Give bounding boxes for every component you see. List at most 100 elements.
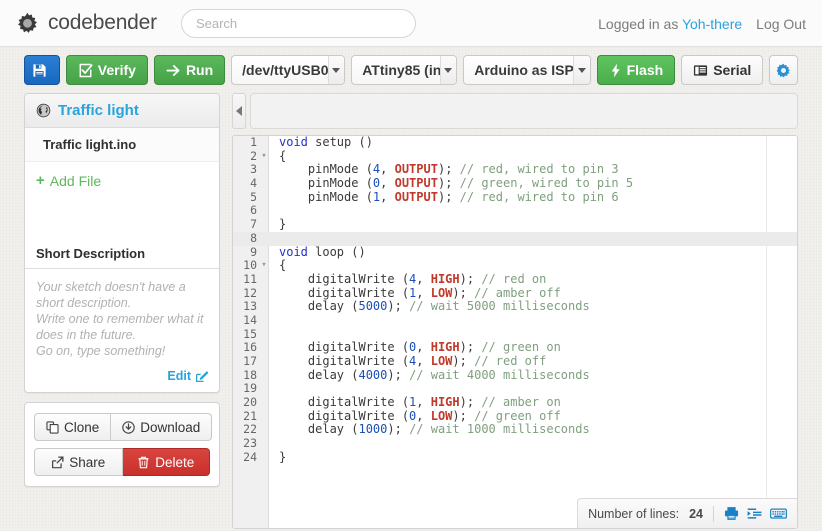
programmer-select[interactable]: Arduino as ISP — [463, 55, 591, 85]
fold-toggle-icon[interactable]: ▾ — [260, 259, 268, 273]
file-tab-strip[interactable] — [250, 93, 798, 129]
code-token: HIGH — [430, 271, 460, 286]
clone-button[interactable]: Clone — [34, 413, 112, 441]
collapse-sidebar-button[interactable] — [232, 93, 246, 129]
code-line[interactable]: 22 delay (1000); // wait 1000 millisecon… — [233, 423, 797, 437]
line-number: 10 — [243, 258, 257, 273]
code-line[interactable]: 9 void loop () — [233, 245, 797, 260]
code-token: // wait 4000 milliseconds — [409, 367, 590, 382]
line-number: 15 — [243, 326, 257, 341]
code-line[interactable]: 3 pinMode (4, OUTPUT); // red, wired to … — [233, 163, 797, 177]
code-lines[interactable]: 1 void setup () 2 ▾{3 pinMode (4, OUTPUT); … — [233, 136, 797, 465]
line-number: 7 — [250, 217, 257, 232]
check-box-icon — [78, 63, 93, 78]
delete-button-label: Delete — [155, 454, 195, 470]
statusbar-divider — [713, 505, 714, 522]
code-line[interactable]: 13 delay (5000); // wait 5000 millisecon… — [233, 299, 797, 314]
brand-logo[interactable]: codebender — [16, 11, 157, 35]
code-token: // green, wired to pin 5 — [459, 176, 634, 191]
download-button-label: Download — [140, 419, 201, 435]
code-line[interactable]: 21 digitalWrite (0, LOW); // green off — [233, 409, 797, 424]
add-file-label: Add File — [49, 172, 102, 189]
code-token: , — [416, 354, 431, 368]
print-icon[interactable] — [724, 506, 739, 521]
code-token: , — [416, 285, 431, 300]
logged-in-label: Logged in as Yoh-there — [598, 15, 743, 32]
editor-tabbar — [232, 93, 798, 129]
serial-monitor-button[interactable]: Serial — [681, 55, 764, 85]
code-line[interactable]: 18 delay (4000); // wait 4000 millisecon… — [233, 367, 797, 383]
code-token: , — [380, 189, 395, 204]
code-line[interactable]: 8 — [233, 230, 797, 246]
code-token: ); — [387, 367, 410, 382]
copy-icon — [46, 420, 59, 434]
gear-icon — [776, 63, 791, 78]
code-area[interactable]: 1 void setup () 2 ▾{3 pinMode (4, OUTPUT); … — [233, 136, 797, 528]
code-token: // amber on — [481, 395, 561, 410]
code-token: void — [279, 135, 308, 149]
run-button[interactable]: Run — [153, 55, 226, 85]
code-line[interactable]: 2 ▾ { — [233, 149, 797, 164]
code-line[interactable]: 24} — [233, 449, 797, 465]
lines-label: Number of lines: — [588, 506, 680, 521]
code-line[interactable]: 15 — [233, 326, 797, 342]
search-input[interactable] — [180, 8, 416, 38]
share-button[interactable]: Share — [34, 448, 123, 476]
description-line: Go on, type something! — [36, 344, 166, 358]
code-line[interactable]: 7} — [233, 217, 797, 232]
code-token: // red, wired to pin 6 — [459, 189, 619, 204]
delete-button[interactable]: Delete — [122, 448, 210, 476]
verify-button[interactable]: Verify — [65, 55, 148, 85]
settings-button[interactable] — [769, 55, 798, 85]
code-line[interactable]: 17 digitalWrite (4, LOW); // red off — [233, 354, 797, 369]
save-button[interactable] — [24, 55, 60, 85]
code-token: // red on — [481, 271, 547, 286]
code-line[interactable]: 11 digitalWrite (4, HIGH); // red on — [233, 271, 797, 287]
keyboard-icon[interactable] — [770, 506, 787, 521]
code-token: { — [279, 258, 287, 273]
code-token: ); — [459, 340, 482, 355]
gear-icon — [16, 12, 39, 35]
port-select[interactable]: /dev/ttyUSB0 — [231, 55, 346, 85]
code-token: } — [279, 449, 287, 464]
add-file-button[interactable]: + Add File — [25, 162, 219, 199]
short-description-title: Short Description — [25, 239, 219, 269]
code-line[interactable]: 1 void setup () — [233, 136, 797, 150]
edit-description-button[interactable]: Edit — [25, 363, 219, 392]
line-number: 8 — [250, 230, 257, 245]
code-line[interactable]: 19 — [233, 382, 797, 396]
username-link[interactable]: Yoh-there — [682, 16, 742, 32]
code-line[interactable]: 12 digitalWrite (1, LOW); // amber off — [233, 285, 797, 301]
code-token: OUTPUT — [394, 189, 438, 204]
code-token: digitalWrite ( — [279, 340, 410, 355]
code-line[interactable]: 6 — [233, 204, 797, 218]
line-number: 14 — [243, 312, 257, 327]
sidebar-file-item[interactable]: Traffic light.ino — [25, 128, 219, 162]
code-line[interactable]: 4 pinMode (0, OUTPUT); // green, wired t… — [233, 176, 797, 191]
indent-icon[interactable] — [747, 506, 762, 521]
code-line[interactable]: 20 digitalWrite (1, HIGH); // amber on — [233, 395, 797, 410]
chevron-down-icon — [327, 56, 345, 84]
code-token: LOW — [430, 354, 453, 368]
action-row-primary: Clone Download — [34, 413, 213, 441]
code-line[interactable]: 5 pinMode (1, OUTPUT); // red, wired to … — [233, 189, 797, 205]
fold-toggle-icon[interactable]: ▾ — [260, 150, 268, 164]
sketch-panel: Traffic light Traffic light.ino + Add Fi… — [24, 93, 220, 393]
download-button[interactable]: Download — [111, 413, 213, 441]
code-line[interactable]: 14 — [233, 312, 797, 328]
logout-link[interactable]: Log Out — [756, 16, 806, 32]
line-number: 20 — [243, 395, 257, 410]
code-line[interactable]: 10 ▾ { — [233, 258, 797, 273]
board-select[interactable]: ATtiny85 (inte — [351, 55, 458, 85]
flash-button[interactable]: Flash — [596, 55, 676, 85]
code-token: ); — [387, 299, 410, 314]
description-line: Write one to remember what it — [36, 312, 204, 326]
code-token: 5000 — [358, 299, 388, 314]
code-line[interactable]: 16 digitalWrite (0, HIGH); // green on — [233, 340, 797, 355]
description-line: short description. — [36, 296, 132, 310]
code-editor[interactable]: 1 void setup () 2 ▾{3 pinMode (4, OUTPUT); … — [232, 135, 798, 529]
code-line[interactable]: 23 — [233, 436, 797, 451]
code-token: HIGH — [430, 395, 460, 410]
code-token: // green on — [481, 340, 561, 355]
